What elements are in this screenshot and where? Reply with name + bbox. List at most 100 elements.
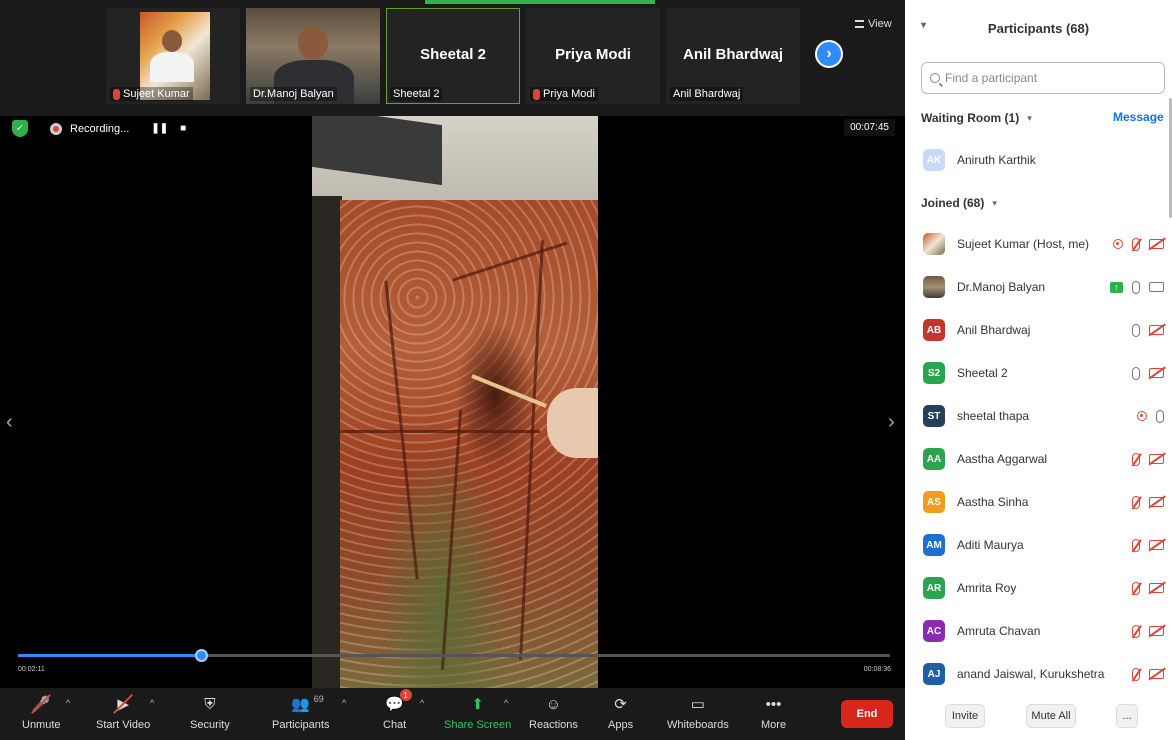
participant-row[interactable]: Dr.Manoj Balyan ↑ bbox=[923, 272, 1168, 302]
muted-microphone-icon bbox=[113, 88, 120, 100]
security-button[interactable]: ⛨ Security bbox=[190, 694, 230, 732]
participant-name: Amrita Roy bbox=[957, 581, 1017, 595]
next-arrow-icon[interactable]: › bbox=[888, 411, 895, 434]
participant-status-icons: ↑ bbox=[1110, 280, 1164, 294]
reactions-button[interactable]: ☺ Reactions bbox=[529, 694, 578, 732]
participants-panel-header: ▾ Participants (68) bbox=[905, 0, 1172, 56]
chat-options-chevron-icon[interactable]: ^ bbox=[420, 698, 424, 708]
chat-button[interactable]: 💬 1 Chat bbox=[383, 689, 412, 731]
participant-name: Dr.Manoj Balyan bbox=[253, 88, 334, 100]
participant-name: sheetal thapa bbox=[957, 409, 1030, 423]
participant-status-icons bbox=[1132, 323, 1164, 337]
unmute-label: Unmute bbox=[22, 719, 61, 731]
participant-display-name: Priya Modi bbox=[555, 46, 631, 63]
next-page-arrow-icon[interactable]: › bbox=[815, 40, 843, 68]
encryption-shield-icon[interactable]: ✓ bbox=[12, 120, 28, 137]
recording-status: ✓ Recording... ❚❚ ■ bbox=[12, 120, 186, 137]
share-screen-button[interactable]: ⬆ Share Screen bbox=[444, 694, 511, 731]
participant-avatar: AC bbox=[923, 620, 945, 642]
participant-row[interactable]: AB Anil Bhardwaj bbox=[923, 315, 1168, 345]
video-progress-bar[interactable] bbox=[18, 649, 890, 662]
video-thumbnail[interactable]: Priya Modi Priya Modi bbox=[526, 8, 660, 104]
share-options-chevron-icon[interactable]: ^ bbox=[504, 698, 508, 708]
joined-header[interactable]: Joined (68) ▾ bbox=[921, 196, 997, 210]
participant-status-icons bbox=[1132, 538, 1164, 552]
apps-label: Apps bbox=[608, 719, 634, 731]
person-body bbox=[150, 52, 194, 82]
reactions-label: Reactions bbox=[529, 719, 578, 731]
participant-name: Sujeet Kumar bbox=[123, 88, 190, 100]
view-button[interactable]: View bbox=[855, 18, 892, 30]
participant-name: Aastha Sinha bbox=[957, 495, 1029, 509]
participant-status-icons bbox=[1132, 581, 1164, 595]
microphone-icon bbox=[1156, 409, 1164, 423]
previous-arrow-icon[interactable]: ‹ bbox=[6, 411, 13, 434]
stop-recording-icon[interactable]: ■ bbox=[180, 123, 186, 134]
participant-row[interactable]: Sujeet Kumar (Host, me) bbox=[923, 229, 1168, 259]
microphone-muted-icon bbox=[1132, 581, 1140, 595]
participant-row[interactable]: AR Amrita Roy bbox=[923, 573, 1168, 603]
video-camera-off-icon bbox=[1149, 583, 1164, 593]
whiteboards-button[interactable]: ▭ Whiteboards bbox=[667, 694, 729, 731]
end-meeting-button[interactable]: End bbox=[841, 700, 893, 728]
more-options-button[interactable]: ... bbox=[1116, 704, 1138, 728]
speaker-indicator-bar bbox=[425, 0, 655, 4]
more-button[interactable]: ••• More bbox=[761, 694, 787, 732]
audio-options-chevron-icon[interactable]: ^ bbox=[66, 698, 70, 708]
participants-button[interactable]: 👥 69 Participants bbox=[272, 694, 329, 731]
participant-name-tag: Priya Modi bbox=[530, 87, 598, 101]
shared-screen-video bbox=[312, 116, 598, 688]
video-thumbnail[interactable]: Sujeet Kumar bbox=[106, 8, 240, 104]
video-camera-off-icon bbox=[1149, 239, 1164, 249]
recording-label: Recording... bbox=[70, 122, 130, 135]
current-time: 00:02:11 bbox=[18, 666, 45, 673]
participant-row[interactable]: AA Aastha Aggarwal bbox=[923, 444, 1168, 474]
waiting-room-label: Waiting Room (1) bbox=[921, 111, 1020, 125]
microphone-icon bbox=[1132, 280, 1140, 294]
participant-row[interactable]: AJ anand Jaiswal, Kurukshetra bbox=[923, 659, 1168, 689]
mute-all-button[interactable]: Mute All bbox=[1026, 704, 1076, 728]
video-thumbnail[interactable]: Anil Bhardwaj Anil Bhardwaj bbox=[666, 8, 800, 104]
joined-chevron-icon: ▾ bbox=[992, 197, 997, 208]
participant-row[interactable]: S2 Sheetal 2 bbox=[923, 358, 1168, 388]
participant-row[interactable]: AS Aastha Sinha bbox=[923, 487, 1168, 517]
apps-button[interactable]: ⟳ Apps bbox=[608, 694, 633, 731]
participant-name: Sujeet Kumar (Host, me) bbox=[957, 237, 1090, 251]
participant-status-icons bbox=[1132, 495, 1164, 509]
meeting-toolbar: 🎤 Unmute ^ ▶ Start Video ^ ⛨ Security 👥 6… bbox=[0, 688, 905, 740]
painter-hand bbox=[547, 388, 598, 458]
video-thumbnail[interactable]: Dr.Manoj Balyan bbox=[246, 8, 380, 104]
message-waiting-room-link[interactable]: Message bbox=[1113, 110, 1164, 124]
start-video-button[interactable]: ▶ Start Video bbox=[96, 694, 150, 731]
participant-name-tag: Sheetal 2 bbox=[390, 87, 443, 101]
collapse-chevron-icon[interactable]: ▾ bbox=[921, 20, 926, 31]
participants-people-icon: 👥 69 bbox=[291, 694, 324, 713]
participant-row[interactable]: ST sheetal thapa bbox=[923, 401, 1168, 431]
unmute-button[interactable]: 🎤 Unmute bbox=[22, 694, 61, 731]
participant-name: Dr.Manoj Balyan bbox=[957, 280, 1046, 294]
participants-options-chevron-icon[interactable]: ^ bbox=[342, 698, 346, 708]
participant-name: Sheetal 2 bbox=[957, 366, 1008, 380]
participant-status-icons bbox=[1132, 452, 1164, 466]
participant-display-name: Sheetal 2 bbox=[420, 46, 486, 63]
video-options-chevron-icon[interactable]: ^ bbox=[150, 698, 154, 708]
pause-recording-icon[interactable]: ❚❚ bbox=[151, 123, 168, 134]
microphone-muted-icon bbox=[1132, 667, 1140, 681]
participant-row[interactable]: AK Aniruth Karthik bbox=[923, 145, 1168, 175]
video-thumbnail[interactable]: Sheetal 2 Sheetal 2 bbox=[386, 8, 520, 104]
participants-panel-title: Participants (68) bbox=[987, 20, 1090, 36]
whiteboard-icon: ▭ bbox=[690, 696, 705, 713]
more-label: More bbox=[761, 719, 787, 731]
painting-stroke bbox=[452, 241, 568, 282]
video-camera-off-icon bbox=[1149, 325, 1164, 335]
start-video-label: Start Video bbox=[96, 719, 151, 731]
participant-name: Aniruth Karthik bbox=[957, 153, 1036, 167]
find-participant-input[interactable]: Find a participant bbox=[921, 62, 1165, 94]
invite-button[interactable]: Invite bbox=[945, 704, 985, 728]
participant-row[interactable]: AM Aditi Maurya bbox=[923, 530, 1168, 560]
progress-handle[interactable] bbox=[195, 649, 209, 662]
participant-row[interactable]: AC Amruta Chavan bbox=[923, 616, 1168, 646]
waiting-room-header[interactable]: Waiting Room (1) ▾ bbox=[921, 111, 1032, 125]
video-camera-off-icon bbox=[1149, 368, 1164, 378]
participant-avatar: AM bbox=[923, 534, 945, 556]
